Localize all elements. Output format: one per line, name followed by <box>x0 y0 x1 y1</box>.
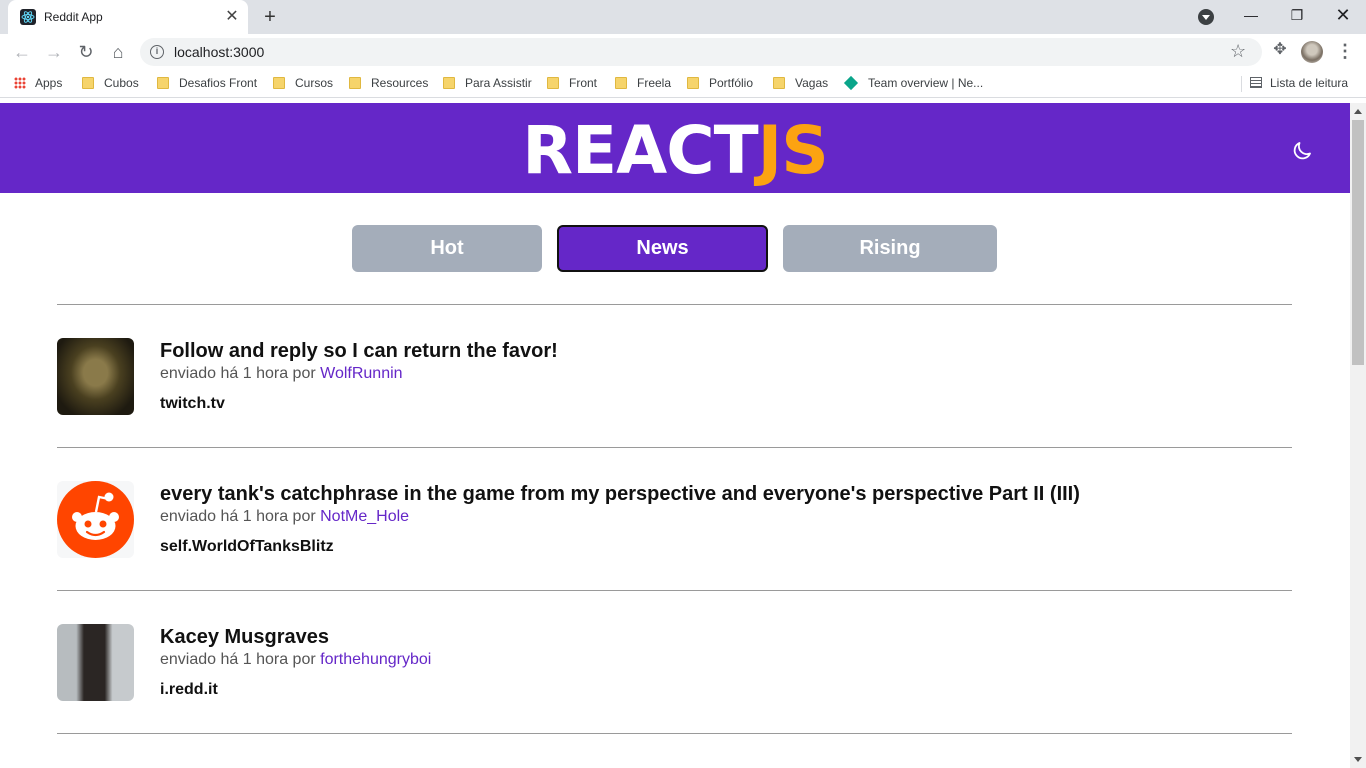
logo-js-text: JS <box>757 112 829 189</box>
info-icon[interactable]: i <box>150 45 164 59</box>
bookmark-item[interactable]: Portfólio <box>687 76 753 92</box>
bookmark-item[interactable]: Cubos <box>82 76 139 92</box>
post-meta: enviado há 1 hora por forthehungryboi <box>160 651 432 668</box>
folder-icon <box>443 77 455 89</box>
bookmark-item[interactable]: Desafios Front <box>157 76 257 92</box>
divider <box>57 590 1292 591</box>
scrollbar-thumb[interactable] <box>1352 120 1364 365</box>
post-author-link[interactable]: NotMe_Hole <box>320 508 409 525</box>
scroll-down-arrow-icon[interactable] <box>1350 752 1366 768</box>
folder-icon <box>773 77 785 89</box>
bookmark-item[interactable]: Para Assistir <box>443 76 532 92</box>
post-thumbnail[interactable] <box>57 338 134 415</box>
address-bar[interactable]: i localhost:3000 ☆ <box>140 38 1262 66</box>
bookmark-apps[interactable]: Apps <box>14 76 62 92</box>
post-item[interactable]: every tank's catchphrase in the game fro… <box>57 481 1292 591</box>
folder-icon <box>82 77 94 89</box>
site-header: REACTJS <box>0 103 1350 193</box>
folder-icon <box>615 77 627 89</box>
folder-icon <box>157 77 169 89</box>
page-viewport: REACTJS Hot News Rising Follow and reply… <box>0 103 1350 768</box>
post-thumbnail[interactable] <box>57 481 134 558</box>
post-domain: self.WorldOfTanksBlitz <box>160 538 334 555</box>
post-meta: enviado há 1 hora por WolfRunnin <box>160 365 403 382</box>
post-author-link[interactable]: WolfRunnin <box>320 365 402 382</box>
post-item[interactable]: Kacey Musgraves enviado há 1 hora por fo… <box>57 624 1292 734</box>
team-diamond-icon <box>843 75 859 91</box>
logo-react-text: REACT <box>522 112 758 189</box>
home-icon[interactable]: ⌂ <box>106 40 130 64</box>
folder-icon <box>273 77 285 89</box>
post-title[interactable]: Kacey Musgraves <box>160 626 329 649</box>
url-text[interactable]: localhost:3000 <box>174 44 264 60</box>
bookmark-star-icon[interactable]: ☆ <box>1230 41 1246 62</box>
post-item[interactable]: Follow and reply so I can return the fav… <box>57 338 1292 448</box>
reading-list-button[interactable]: Lista de leitura <box>1250 76 1348 90</box>
folder-icon <box>547 77 559 89</box>
post-domain: i.redd.it <box>160 681 218 698</box>
post-thumbnail[interactable] <box>57 624 134 701</box>
folder-icon <box>349 77 361 89</box>
reddit-logo-icon <box>57 481 134 558</box>
tab-title: Reddit App <box>44 10 103 24</box>
bookmark-item[interactable]: Front <box>547 76 597 92</box>
kebab-menu-icon[interactable]: ⋮ <box>1336 40 1354 62</box>
tab-search-icon[interactable] <box>1198 9 1214 25</box>
browser-toolbar: ← → ↻ ⌂ i localhost:3000 ☆ <box>0 34 1366 70</box>
bookmark-item[interactable]: Vagas <box>773 76 828 92</box>
post-author-link[interactable]: forthehungryboi <box>320 651 431 668</box>
react-favicon-icon <box>20 9 36 25</box>
vertical-scrollbar[interactable] <box>1350 103 1366 768</box>
divider <box>57 733 1292 734</box>
browser-tab[interactable]: Reddit App ✕ <box>8 0 248 34</box>
moon-icon[interactable] <box>1290 139 1314 163</box>
filter-tabs: Hot News Rising <box>0 225 1350 273</box>
tab-news[interactable]: News <box>557 225 768 272</box>
bookmark-item[interactable]: Freela <box>615 76 671 92</box>
profile-avatar[interactable] <box>1301 41 1323 63</box>
back-arrow-icon[interactable]: ← <box>10 40 34 64</box>
site-logo: REACTJS <box>0 111 1350 191</box>
close-tab-icon[interactable]: ✕ <box>222 7 242 27</box>
new-tab-icon[interactable]: + <box>258 6 282 28</box>
reload-icon[interactable]: ↻ <box>74 40 98 64</box>
browser-tabstrip: Reddit App ✕ + — ❐ ✕ <box>0 0 1366 34</box>
forward-arrow-icon[interactable]: → <box>42 40 66 64</box>
divider <box>57 304 1292 305</box>
extensions-icon[interactable]: ✥ <box>1270 40 1290 60</box>
post-meta: enviado há 1 hora por NotMe_Hole <box>160 508 410 525</box>
post-title[interactable]: every tank's catchphrase in the game fro… <box>160 483 1080 506</box>
restore-icon[interactable]: ❐ <box>1274 0 1320 30</box>
tab-hot[interactable]: Hot <box>352 225 542 272</box>
minimize-icon[interactable]: — <box>1228 0 1274 30</box>
post-title[interactable]: Follow and reply so I can return the fav… <box>160 340 558 363</box>
bookmarks-divider <box>1241 76 1242 92</box>
scroll-up-arrow-icon[interactable] <box>1350 103 1366 119</box>
reading-list-icon <box>1250 77 1262 88</box>
bookmark-item[interactable]: Cursos <box>273 76 333 92</box>
bookmark-item[interactable]: Resources <box>349 76 428 92</box>
divider <box>57 447 1292 448</box>
close-window-icon[interactable]: ✕ <box>1320 0 1366 30</box>
bookmarks-bar: Apps Cubos Desafios Front Cursos Resourc… <box>0 70 1366 98</box>
apps-grid-icon <box>14 77 26 89</box>
bookmark-item[interactable]: Team overview | Ne... <box>843 75 983 92</box>
folder-icon <box>687 77 699 89</box>
post-domain: twitch.tv <box>160 395 225 412</box>
tab-rising[interactable]: Rising <box>783 225 997 272</box>
